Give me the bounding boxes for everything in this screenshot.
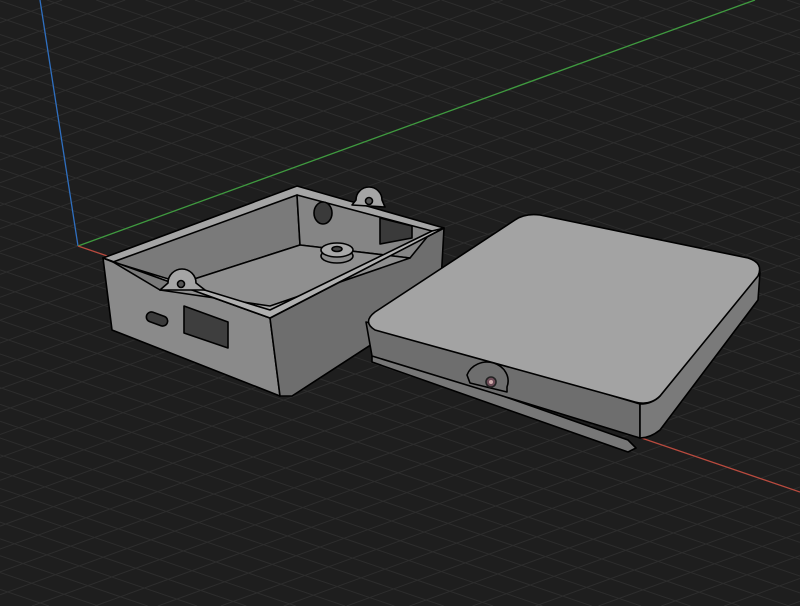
grid-line [0,420,543,606]
grid-line [490,0,800,106]
lid-screw-hole-inner [489,380,493,384]
grid-line [293,0,800,174]
round-port-hole [313,201,333,225]
mount-hole-back [364,196,374,206]
grid-line [283,417,800,606]
grid-line [0,0,566,207]
grid-line [472,486,800,606]
grid-line [0,538,198,606]
z-axis [39,0,79,247]
standoff-hole [331,245,343,253]
grid-line [724,577,800,606]
grid-line [535,509,800,606]
grid-line [0,0,503,184]
grid-line [0,471,395,606]
grid-line [157,372,800,606]
grid-line [638,0,800,56]
grid-line [0,555,148,606]
grid-line [46,0,800,258]
grid-line [392,0,800,140]
grid-line [540,0,800,89]
grid-line [244,0,800,190]
3d-viewport[interactable] [0,0,800,606]
grid-line [786,0,800,5]
grid-line [441,0,800,123]
mount-hole-front [176,279,186,289]
grid-line [342,0,800,157]
grid-line [598,532,800,606]
grid-line [0,454,444,606]
grid-line [688,0,800,39]
grid-line [194,0,800,207]
grid-line [0,0,441,161]
scene [0,0,800,606]
grid-line [409,463,800,606]
grid-line [787,600,800,606]
grid-line [661,555,800,606]
grid-line [346,440,800,606]
grid-line [0,487,346,606]
